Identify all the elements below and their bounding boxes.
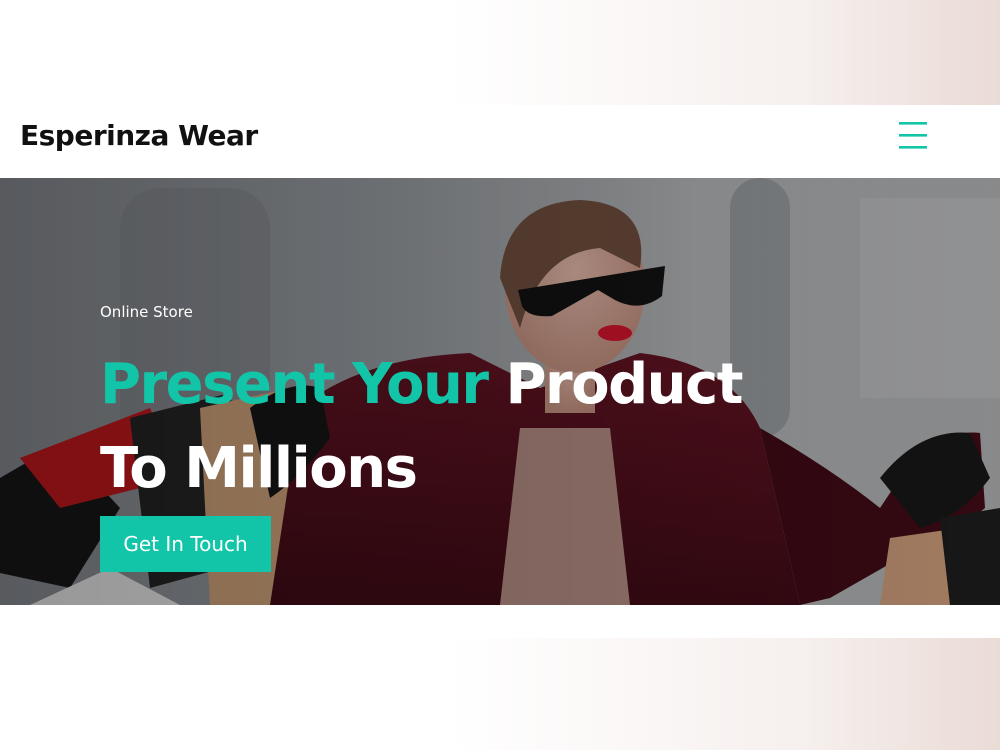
page-frame: Esperinza Wear Online Store Present Your… [0,105,1000,638]
headline-line2: To Millions [100,436,418,501]
hamburger-menu-icon [899,122,927,149]
navbar: Esperinza Wear [0,105,1000,178]
get-in-touch-button[interactable]: Get In Touch [100,516,271,572]
headline-rest: Product [505,352,743,417]
hero-headline: Present Your Product To Millions [100,343,800,511]
brand-logo[interactable]: Esperinza Wear [20,119,258,152]
headline-accent: Present Your [100,352,489,417]
hero-eyebrow: Online Store [100,303,193,321]
hero-section: Online Store Present Your Product To Mil… [0,178,1000,605]
menu-toggle-button[interactable] [892,113,934,153]
